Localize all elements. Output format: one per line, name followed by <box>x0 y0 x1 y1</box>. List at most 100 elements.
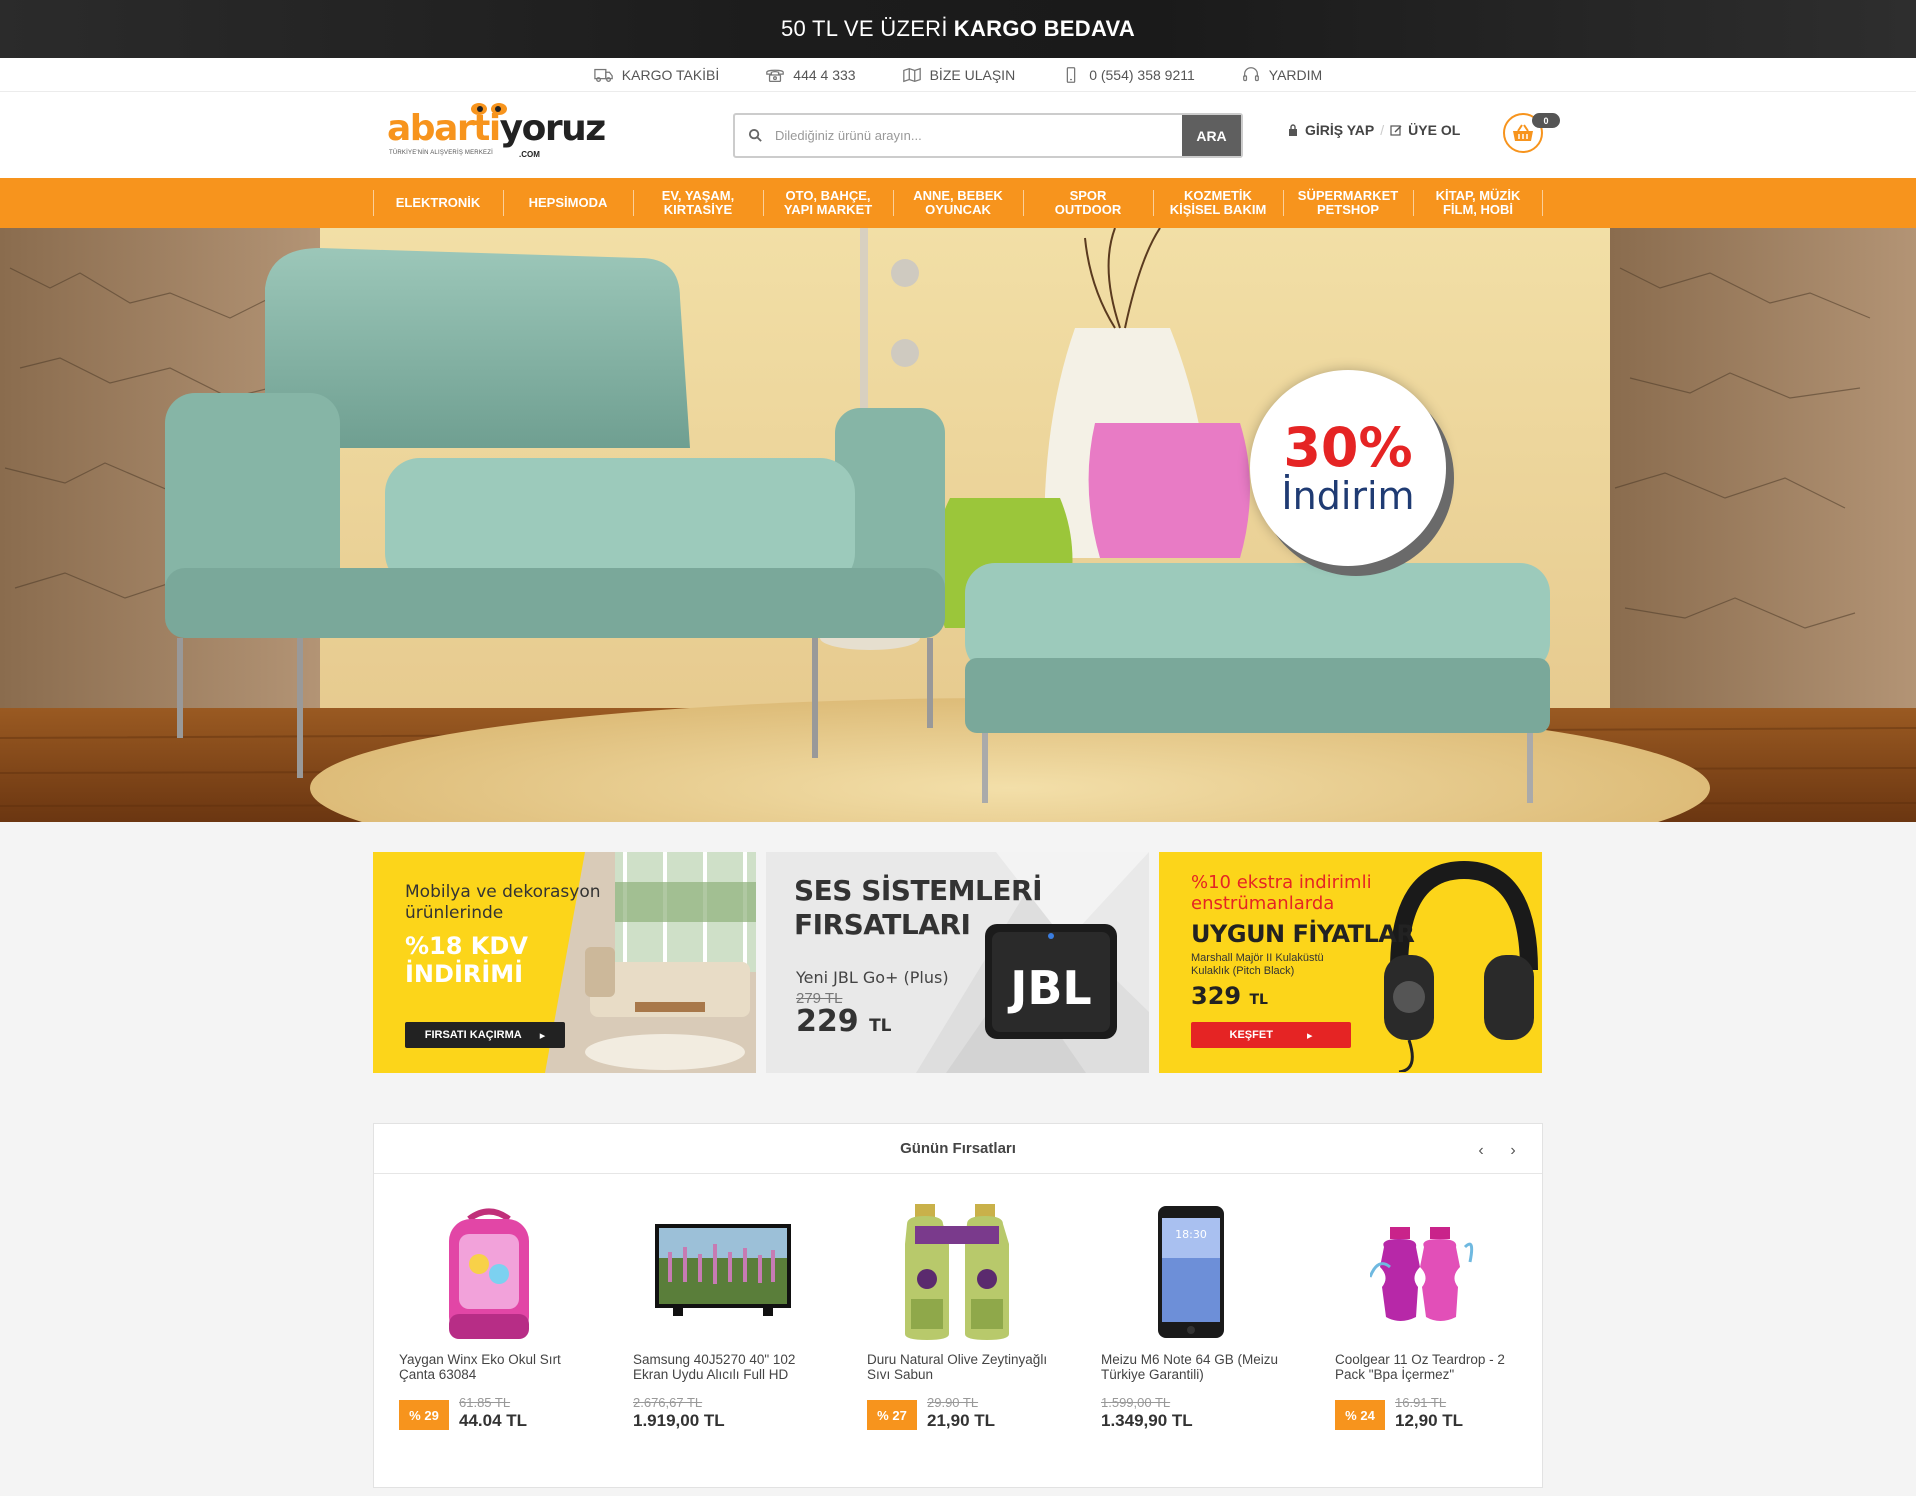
banner-furniture[interactable]: Mobilya ve dekorasyon ürünlerinde %18 KDV… <box>373 852 756 1073</box>
truck-icon <box>594 68 613 82</box>
product-image <box>1345 1204 1505 1340</box>
arrow-right-icon: ▸ <box>1306 1029 1313 1042</box>
product-image <box>877 1204 1037 1340</box>
banner3-headline: UYGUN FİYATLAR <box>1191 920 1415 948</box>
product-name[interactable]: Yaygan Winx Eko Okul Sırt Çanta 63084 <box>399 1352 599 1382</box>
phone-image: 18:30 <box>1158 1206 1224 1338</box>
daily-deals: Günün Fırsatları ‹ › Yaygan Winx Eko Oku… <box>373 1123 1543 1488</box>
edit-icon <box>1390 125 1402 136</box>
hero-banner[interactable]: 30% İndirim <box>0 228 1916 822</box>
mobile-icon <box>1066 66 1076 83</box>
discount-badge: 30% İndirim <box>1250 370 1446 566</box>
search-icon <box>735 115 775 156</box>
util-label: KARGO TAKİBİ <box>621 66 720 83</box>
util-contact[interactable]: BİZE ULAŞIN <box>879 66 1039 84</box>
category-ev-yasam[interactable]: EV, YAŞAM, KIRTASİYE <box>633 178 763 228</box>
discount-badge: % 27 <box>867 1400 917 1430</box>
soap-bottles-image <box>905 1204 1009 1340</box>
old-price: 2.676,67 TL <box>633 1395 703 1410</box>
logo-wordmark: abartiyoruz <box>387 108 606 149</box>
new-price: 44.04 TL <box>459 1411 528 1430</box>
badge-percent: 30% <box>1283 416 1413 479</box>
lock-icon <box>1289 124 1297 136</box>
category-supermarket[interactable]: SÜPERMARKET PETSHOP <box>1283 178 1413 228</box>
login-link[interactable]: GİRİŞ YAP <box>1305 122 1374 138</box>
promo-banners: Mobilya ve dekorasyon ürünlerinde %18 KDV… <box>373 852 1543 1073</box>
product-card[interactable]: Samsung 40J5270 40" 102 Ekran Uydu Alıcı… <box>633 1204 867 1454</box>
divider: / <box>1380 122 1385 138</box>
jbl-logo: JBL <box>1007 961 1092 1015</box>
new-price: 1.349,90 TL <box>1101 1411 1193 1430</box>
arrow-right-icon: ▸ <box>539 1029 546 1042</box>
banner-instruments[interactable]: %10 ekstra indirimli enstrümanlarda UYGUN… <box>1159 852 1542 1073</box>
old-price: 1.599,00 TL <box>1101 1395 1171 1410</box>
category-kitap[interactable]: KİTAP, MÜZİK FİLM, HOBİ <box>1413 178 1543 228</box>
old-price: 29.90 TL <box>927 1395 979 1410</box>
promo-text: 50 TL VE ÜZERİ KARGO BEDAVA <box>780 16 1136 41</box>
backpack-image <box>449 1208 529 1339</box>
product-name[interactable]: Duru Natural Olive Zeytinyağlı Sıvı Sabu… <box>867 1352 1067 1382</box>
old-price: 16.91 TL <box>1395 1395 1447 1410</box>
deals-title: Günün Fırsatları <box>900 1140 1016 1157</box>
banner-sound[interactable]: SES SİSTEMLERİ FIRSATLARI Yeni JBL Go+ (P… <box>766 852 1149 1073</box>
util-label: 444 4 333 <box>793 66 856 83</box>
banner3-button[interactable]: KEŞFET ▸ <box>1191 1022 1351 1048</box>
banner1-text: Mobilya ve dekorasyon ürünlerinde <box>405 882 601 923</box>
utility-bar: KARGO TAKİBİ 444 4 333 BİZE ULAŞIN 0 (55… <box>0 58 1916 92</box>
util-help[interactable]: YARDIM <box>1218 66 1345 84</box>
new-price: 21,90 TL <box>927 1411 996 1430</box>
register-link[interactable]: ÜYE OL <box>1408 122 1460 138</box>
new-price: 12,90 TL <box>1395 1411 1464 1430</box>
logo-domain: .COM <box>519 150 540 159</box>
util-label: YARDIM <box>1268 66 1323 83</box>
product-card[interactable]: Yaygan Winx Eko Okul Sırt Çanta 63084 % … <box>399 1204 633 1454</box>
product-name[interactable]: Samsung 40J5270 40" 102 Ekran Uydu Alıcı… <box>633 1352 833 1382</box>
badge-label: İndirim <box>1281 474 1415 518</box>
new-price: 1.919,00 TL <box>633 1411 725 1430</box>
util-phone[interactable]: 444 4 333 <box>742 66 878 84</box>
category-anne-bebek[interactable]: ANNE, BEBEK OYUNCAK <box>893 178 1023 228</box>
util-label: BİZE ULAŞIN <box>929 66 1016 83</box>
product-card[interactable]: Duru Natural Olive Zeytinyağlı Sıvı Sabu… <box>867 1204 1101 1454</box>
discount-badge: % 29 <box>399 1400 449 1430</box>
category-oto-bahce[interactable]: OTO, BAHÇE, YAPI MARKET <box>763 178 893 228</box>
chevron-left-icon[interactable]: ‹ <box>1474 1142 1488 1160</box>
category-hepsimoda[interactable]: HEPSİMODA <box>503 178 633 228</box>
cart-count-badge: 0 <box>1532 113 1560 128</box>
banner1-headline: %18 KDV İNDİRİMİ <box>405 932 528 988</box>
product-image: 18:30 <box>1111 1204 1271 1340</box>
bottles-image <box>1370 1227 1474 1321</box>
util-kargo-takibi[interactable]: KARGO TAKİBİ <box>571 66 743 84</box>
promo-bar: 50 TL VE ÜZERİ KARGO BEDAVA <box>0 0 1916 58</box>
search-bar: ARA <box>733 113 1243 158</box>
product-image <box>643 1204 803 1340</box>
search-input[interactable] <box>775 115 1182 156</box>
site-logo[interactable]: abartiyoruz TÜRKİYE'NİN ALIŞVERİŞ MERKEZ… <box>387 102 606 160</box>
chevron-right-icon[interactable]: › <box>1506 1142 1520 1160</box>
product-name[interactable]: Meizu M6 Note 64 GB (Meizu Türkiye Garan… <box>1101 1352 1301 1382</box>
banner2-new-price: 229 TL <box>796 1004 892 1039</box>
product-list: Yaygan Winx Eko Okul Sırt Çanta 63084 % … <box>399 1204 1569 1454</box>
product-card[interactable]: 18:30 Meizu M6 Note 64 GB (Meizu Türkiye… <box>1101 1204 1335 1454</box>
category-nav: ELEKTRONİK HEPSİMODA EV, YAŞAM, KIRTASİYE… <box>0 178 1916 228</box>
category-spor[interactable]: SPOR OUTDOOR <box>1023 178 1153 228</box>
search-button[interactable]: ARA <box>1182 115 1241 156</box>
map-icon <box>902 67 921 82</box>
discount-badge: % 24 <box>1335 1400 1385 1430</box>
deals-arrows: ‹ › <box>1474 1142 1520 1160</box>
product-name[interactable]: Coolgear 11 Oz Teardrop - 2 Pack "Bpa İç… <box>1335 1352 1535 1382</box>
category-kozmetik[interactable]: KOZMETİK KİŞİSEL BAKIM <box>1153 178 1283 228</box>
banner2-product: Yeni JBL Go+ (Plus) <box>796 968 949 987</box>
jbl-speaker-image: JBL <box>985 924 1117 1039</box>
banner3-text: %10 ekstra indirimli enstrümanlarda <box>1191 872 1372 914</box>
headset-icon <box>1242 66 1259 81</box>
headphones-image <box>1384 860 1538 1072</box>
util-mobile[interactable]: 0 (554) 358 9211 <box>1038 66 1218 84</box>
banner3-desc: Marshall Majör II Kulaküstü Kulaklık (Pit… <box>1191 952 1324 977</box>
account-links: GİRİŞ YAP / ÜYE OL <box>1287 122 1460 138</box>
product-card[interactable]: Coolgear 11 Oz Teardrop - 2 Pack "Bpa İç… <box>1335 1204 1569 1454</box>
header: abartiyoruz TÜRKİYE'NİN ALIŞVERİŞ MERKEZ… <box>0 92 1916 178</box>
tv-image <box>655 1224 791 1316</box>
category-elektronik[interactable]: ELEKTRONİK <box>373 178 503 228</box>
banner1-button[interactable]: FIRSATI KAÇIRMA ▸ <box>405 1022 565 1048</box>
